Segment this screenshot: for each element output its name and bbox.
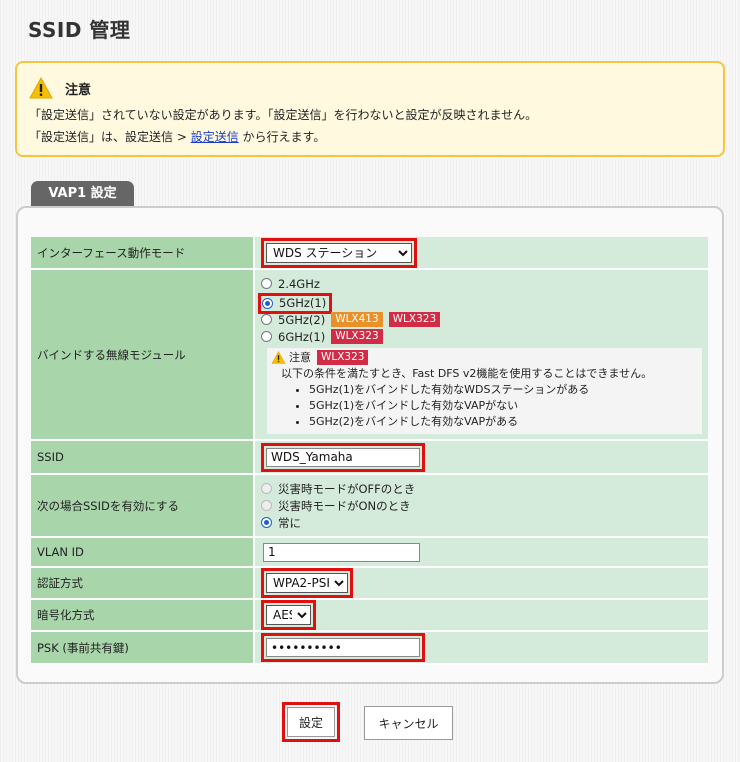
- ssid-label: SSID: [31, 441, 255, 475]
- settings-table: インターフェース動作モード WDS ステーション バインドする無線モジュール 2…: [31, 237, 708, 665]
- interface-mode-highlight: WDS ステーション: [261, 237, 417, 268]
- warning-icon: [271, 351, 286, 364]
- row-vlan-id: VLAN ID: [31, 538, 708, 568]
- tab-vap1-settings[interactable]: VAP1 設定: [31, 181, 134, 207]
- ssid-cell: [255, 441, 708, 475]
- radio-2-4ghz-button[interactable]: [261, 278, 272, 289]
- badge-wlx323: WLX323: [331, 329, 383, 344]
- radio-6ghz1-button[interactable]: [261, 331, 272, 342]
- radio-5ghz2-button[interactable]: [261, 314, 272, 325]
- psk-cell: [255, 632, 708, 665]
- psk-input[interactable]: [266, 638, 420, 657]
- note-condition-item: 5GHz(1)をバインドした有効なVAPがない: [309, 398, 698, 414]
- cancel-button[interactable]: キャンセル: [364, 706, 453, 740]
- radio-5ghz1-button[interactable]: [262, 297, 273, 309]
- psk-highlight: [261, 633, 425, 662]
- ssid-highlight: [261, 442, 425, 472]
- encryption-select[interactable]: AES: [266, 605, 311, 625]
- set-button-highlight: 設定: [282, 702, 340, 742]
- note-text: 以下の条件を満たすとき、Fast DFS v2機能を使用することはできません。: [281, 366, 653, 380]
- settings-send-link[interactable]: 設定送信: [191, 130, 239, 144]
- row-auth: 認証方式 WPA2-PSK: [31, 568, 708, 600]
- vlan-id-input[interactable]: [263, 542, 420, 562]
- row-encryption: 暗号化方式 AES: [31, 600, 708, 632]
- note-conditions: 5GHz(1)をバインドした有効なWDSステーションがある 5GHz(1)をバイ…: [271, 382, 698, 430]
- radio-disaster-on[interactable]: 災害時モードがONのとき: [261, 498, 708, 514]
- interface-mode-select[interactable]: WDS ステーション: [266, 242, 412, 263]
- notice-line-2-prefix: 「設定送信」は、設定送信 >: [29, 130, 191, 144]
- note-condition-item: 5GHz(1)をバインドした有効なWDSステーションがある: [309, 382, 698, 398]
- row-interface-mode: インターフェース動作モード WDS ステーション: [31, 237, 708, 270]
- radio-always-button[interactable]: [261, 517, 272, 528]
- notice-line-1: 「設定送信」されていない設定があります。「設定送信」を行わないと設定が反映されま…: [29, 108, 538, 122]
- warning-icon: [29, 77, 53, 99]
- radio-disaster-on-button[interactable]: [261, 500, 272, 511]
- radio-disaster-off-button[interactable]: [261, 483, 272, 494]
- row-ssid: SSID: [31, 441, 708, 475]
- bind-module-label: バインドする無線モジュール: [31, 270, 255, 441]
- set-button[interactable]: 設定: [287, 707, 335, 737]
- notice-line-2-suffix: から行えます。: [238, 130, 326, 144]
- badge-wlx323: WLX323: [388, 312, 441, 327]
- radio-disaster-off-label: 災害時モードがOFFのとき: [278, 481, 416, 496]
- radio-5ghz2-label: 5GHz(2): [278, 312, 326, 327]
- vlan-id-cell: [255, 538, 708, 568]
- auth-label: 認証方式: [31, 568, 255, 600]
- bind-module-note: 注意 WLX323 以下の条件を満たすとき、Fast DFS v2機能を使用する…: [267, 347, 702, 434]
- radio-always-label: 常に: [278, 515, 301, 530]
- radio-5ghz1[interactable]: 5GHz(1): [262, 296, 327, 310]
- notice-title: 注意: [65, 82, 92, 98]
- page-title: SSID 管理: [28, 18, 131, 42]
- note-title: 注意: [289, 350, 311, 364]
- encryption-highlight: AES: [261, 600, 316, 630]
- bind-module-cell: 2.4GHz 5GHz(1) 5GHz(2) WLX413 WLX323 6GH…: [255, 270, 708, 441]
- radio-disaster-off[interactable]: 災害時モードがOFFのとき: [261, 481, 708, 497]
- badge-wlx323: WLX323: [317, 350, 369, 365]
- note-condition-item: 5GHz(2)をバインドした有効なVAPがある: [309, 414, 698, 430]
- notice-line-2: 「設定送信」は、設定送信 > 設定送信 から行えます。: [29, 129, 707, 145]
- radio-5ghz1-label: 5GHz(1): [279, 296, 327, 310]
- row-ssid-enable: 次の場合SSIDを有効にする 災害時モードがOFFのとき 災害時モードがONのと…: [31, 475, 708, 538]
- radio-2-4ghz[interactable]: 2.4GHz: [261, 276, 708, 292]
- vlan-id-label: VLAN ID: [31, 538, 255, 568]
- radio-always[interactable]: 常に: [261, 515, 708, 531]
- auth-select[interactable]: WPA2-PSK: [266, 573, 348, 593]
- row-psk: PSK (事前共有鍵): [31, 632, 708, 665]
- encryption-label: 暗号化方式: [31, 600, 255, 632]
- auth-cell: WPA2-PSK: [255, 568, 708, 600]
- interface-mode-cell: WDS ステーション: [255, 237, 708, 270]
- radio-5ghz2[interactable]: 5GHz(2) WLX413 WLX323: [261, 312, 708, 328]
- ssid-enable-cell: 災害時モードがOFFのとき 災害時モードがONのとき 常に: [255, 475, 708, 538]
- auth-highlight: WPA2-PSK: [261, 568, 353, 598]
- radio-6ghz1[interactable]: 6GHz(1) WLX323: [261, 329, 708, 345]
- radio-disaster-on-label: 災害時モードがONのとき: [278, 498, 411, 513]
- radio-6ghz1-label: 6GHz(1): [278, 329, 326, 344]
- badge-wlx413: WLX413: [331, 312, 383, 327]
- interface-mode-label: インターフェース動作モード: [31, 237, 255, 270]
- row-bind-module: バインドする無線モジュール 2.4GHz 5GHz(1) 5GHz(2) WLX…: [31, 270, 708, 441]
- notice-box: 注意 「設定送信」されていない設定があります。「設定送信」を行わないと設定が反映…: [15, 61, 725, 157]
- radio-2-4ghz-label: 2.4GHz: [278, 276, 320, 291]
- radio-5ghz1-highlight: 5GHz(1): [258, 292, 333, 314]
- ssid-enable-label: 次の場合SSIDを有効にする: [31, 475, 255, 538]
- psk-label: PSK (事前共有鍵): [31, 632, 255, 665]
- encryption-cell: AES: [255, 600, 708, 632]
- ssid-input[interactable]: [266, 447, 420, 467]
